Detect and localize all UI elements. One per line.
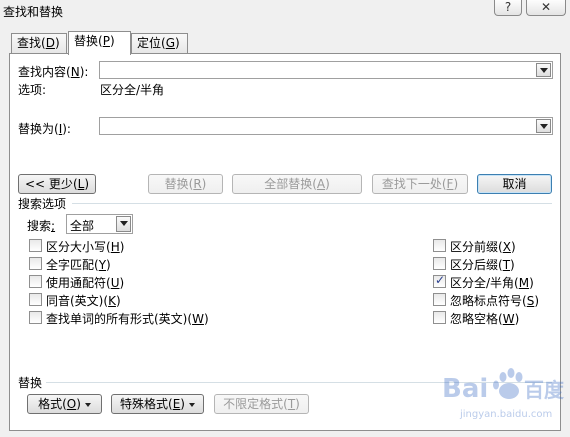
left-checkbox-label-1[interactable]: 全字匹配(Y) [46, 256, 111, 273]
search-direction-label: 搜索; [27, 219, 56, 233]
right-checkbox-label-4[interactable]: 忽略空格(W) [450, 310, 519, 327]
chevron-down-icon [84, 402, 91, 407]
left-checkbox-2[interactable] [29, 275, 42, 288]
find-combo[interactable] [99, 61, 553, 79]
right-checkbox-1[interactable] [433, 257, 446, 270]
options-label: 选项: [18, 83, 47, 97]
window-title: 查找和替换 [3, 5, 64, 19]
right-checkbox-label-2[interactable]: 区分全/半角(M) [450, 274, 534, 291]
tab-label: 查找 [17, 36, 42, 50]
left-checkbox-3[interactable] [29, 293, 42, 306]
right-checkbox-label-3[interactable]: 忽略标点符号(S) [450, 292, 539, 309]
less-button[interactable]: << 更少(L) [18, 174, 96, 194]
special-format-button[interactable]: 特殊格式(E) [111, 394, 204, 414]
tab-goto[interactable]: 定位(G) [131, 33, 188, 54]
left-checkbox-label-4[interactable]: 查找单词的所有形式(英文)(W) [46, 310, 209, 327]
no-format-button[interactable]: 不限定格式(T) [214, 394, 309, 414]
left-checkbox-0[interactable] [29, 239, 42, 252]
left-checkbox-label-3[interactable]: 同音(英文)(K) [46, 292, 121, 309]
right-checkbox-0[interactable] [433, 239, 446, 252]
format-button[interactable]: 格式(O) [27, 394, 102, 414]
baidu-watermark-logo: Bai 百度 jingyan.baidu.com [442, 368, 565, 420]
chevron-down-icon[interactable] [116, 216, 131, 232]
svg-text:Bai: Bai [442, 374, 488, 404]
close-button[interactable]: ✕ [526, 0, 566, 16]
right-checkbox-2[interactable]: ✓ [433, 273, 446, 288]
divider [72, 203, 552, 204]
tab-label: 定位 [137, 36, 162, 50]
chevron-down-icon[interactable] [536, 63, 551, 77]
tab-label: 替换 [74, 34, 99, 48]
left-checkbox-1[interactable] [29, 257, 42, 270]
right-checkbox-label-1[interactable]: 区分后缀(T) [450, 256, 515, 273]
svg-text:jingyan.baidu.com: jingyan.baidu.com [459, 409, 552, 420]
check-icon: ✓ [435, 273, 446, 287]
replace-combo[interactable] [99, 117, 553, 135]
tab-find[interactable]: 查找(D) [11, 33, 67, 54]
left-checkbox-label-2[interactable]: 使用通配符(U) [46, 274, 124, 291]
chevron-down-icon [188, 402, 195, 407]
chevron-down-icon[interactable] [536, 119, 551, 133]
right-checkbox-3[interactable] [433, 293, 446, 306]
help-button[interactable]: ? [494, 0, 522, 16]
options-value: 区分全/半角 [100, 83, 165, 97]
left-checkbox-4[interactable] [29, 311, 42, 324]
search-direction-value: 全部 [70, 219, 95, 233]
tab-replace[interactable]: 替换(P) [68, 31, 131, 55]
svg-text:百度: 百度 [524, 378, 565, 402]
replace-section-heading: 替换 [18, 376, 43, 390]
find-label: 查找内容(N): [18, 65, 89, 79]
right-checkbox-label-0[interactable]: 区分前缀(X) [450, 238, 516, 255]
title-bar: 查找和替换 ? ✕ [0, 0, 570, 22]
replace-all-button[interactable]: 全部替换(A) [232, 174, 362, 194]
search-options-heading: 搜索选项 [18, 197, 67, 211]
replace-button[interactable]: 替换(R) [148, 174, 223, 194]
replace-label: 替换为(I): [18, 122, 71, 136]
cancel-button[interactable]: 取消 [477, 174, 552, 194]
left-checkbox-label-0[interactable]: 区分大小写(H) [46, 238, 124, 255]
right-checkbox-4[interactable] [433, 311, 446, 324]
find-next-button[interactable]: 查找下一处(F) [372, 174, 468, 194]
search-direction-select[interactable]: 全部 [66, 214, 133, 234]
